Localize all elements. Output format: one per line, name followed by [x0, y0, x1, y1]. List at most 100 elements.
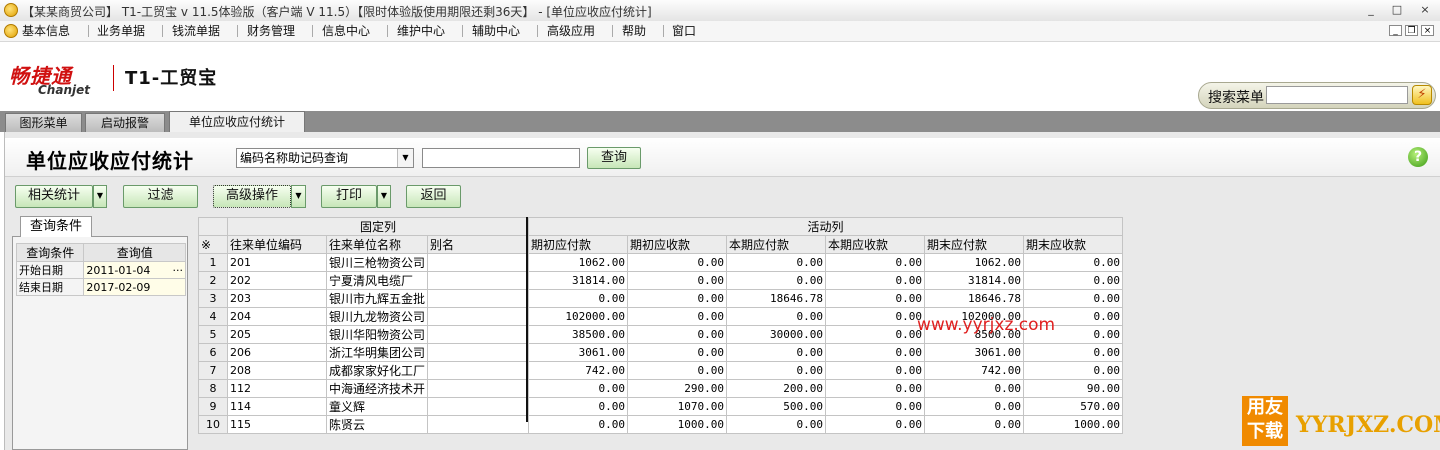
cell-closing-payable[interactable]: 18646.78 — [924, 289, 1025, 308]
table-row[interactable]: 6 206 浙江华明集团公司 3061.00 0.00 0.00 0.00 3061.00 0.… — [198, 343, 1124, 362]
cell-closing-payable[interactable]: 31814.00 — [924, 271, 1025, 290]
cell-unit-name[interactable]: 银川九龙物资公司 — [325, 307, 429, 326]
print-dropdown-icon[interactable]: ▼ — [377, 185, 391, 208]
cell-alias[interactable] — [427, 289, 530, 308]
cell-alias[interactable] — [427, 253, 530, 272]
cell-period-receivable[interactable]: 0.00 — [825, 379, 926, 398]
cell-unit-code[interactable]: 202 — [227, 271, 327, 290]
cell-alias[interactable] — [427, 307, 530, 326]
cell-closing-receivable[interactable]: 0.00 — [1023, 343, 1124, 362]
cell-opening-receivable[interactable]: 1070.00 — [627, 397, 728, 416]
cell-closing-receivable[interactable]: 0.00 — [1023, 361, 1124, 380]
cell-closing-payable[interactable]: 742.00 — [924, 361, 1025, 380]
cell-period-receivable[interactable]: 0.00 — [825, 415, 926, 434]
cell-opening-payable[interactable]: 31814.00 — [528, 271, 629, 290]
cell-unit-code[interactable]: 208 — [227, 361, 327, 380]
cell-closing-payable[interactable]: 3061.00 — [924, 343, 1025, 362]
cell-unit-name[interactable]: 中海通经济技术开 — [325, 379, 429, 398]
cell-opening-payable[interactable]: 102000.00 — [528, 307, 629, 326]
cell-alias[interactable] — [427, 343, 530, 362]
search-mode-select[interactable]: 编码名称助记码查询 ▼ — [236, 148, 414, 168]
cell-unit-name[interactable]: 陈贤云 — [325, 415, 429, 434]
cell-opening-payable[interactable]: 3061.00 — [528, 343, 629, 362]
table-row[interactable]: 9 114 童义辉 0.00 1070.00 500.00 0.00 0.00 570.00 — [198, 397, 1124, 416]
menu-maintenance[interactable]: 维护中心 — [391, 23, 451, 39]
menu-business-docs[interactable]: 业务单据 — [91, 23, 151, 39]
cell-alias[interactable] — [427, 361, 530, 380]
cell-closing-receivable[interactable]: 570.00 — [1023, 397, 1124, 416]
cell-period-payable[interactable]: 200.00 — [726, 379, 827, 398]
cell-period-receivable[interactable]: 0.00 — [825, 361, 926, 380]
advanced-dropdown-icon[interactable]: ▼ — [291, 185, 306, 208]
tab-graphic-menu[interactable]: 图形菜单 — [5, 113, 82, 132]
cell-alias[interactable] — [427, 379, 530, 398]
menu-help[interactable]: 帮助 — [616, 23, 652, 39]
cell-unit-name[interactable]: 浙江华明集团公司 — [325, 343, 429, 362]
cell-period-payable[interactable]: 0.00 — [726, 271, 827, 290]
mdi-minimize-icon[interactable]: _ — [1389, 25, 1402, 36]
maximize-icon[interactable]: □ — [1390, 4, 1404, 16]
print-button[interactable]: 打印 — [321, 185, 377, 208]
cell-closing-receivable[interactable]: 1000.00 — [1023, 415, 1124, 434]
cell-opening-receivable[interactable]: 0.00 — [627, 361, 728, 380]
menu-advanced[interactable]: 高级应用 — [541, 23, 601, 39]
cell-unit-code[interactable]: 112 — [227, 379, 327, 398]
cell-opening-payable[interactable]: 742.00 — [528, 361, 629, 380]
cell-period-payable[interactable]: 0.00 — [726, 253, 827, 272]
cell-opening-receivable[interactable]: 0.00 — [627, 343, 728, 362]
cell-unit-code[interactable]: 205 — [227, 325, 327, 344]
cell-unit-name[interactable]: 成都家家好化工厂 — [325, 361, 429, 380]
table-row[interactable]: 10 115 陈贤云 0.00 1000.00 0.00 0.00 0.00 1000.00 — [198, 415, 1124, 434]
tab-startup-alert[interactable]: 启动报警 — [85, 113, 165, 132]
table-row[interactable]: 8 112 中海通经济技术开 0.00 290.00 200.00 0.00 0.00 90.0… — [198, 379, 1124, 398]
cell-opening-receivable[interactable]: 290.00 — [627, 379, 728, 398]
cell-opening-receivable[interactable]: 0.00 — [627, 271, 728, 290]
cell-closing-receivable[interactable]: 90.00 — [1023, 379, 1124, 398]
fixed-column-divider[interactable] — [526, 217, 528, 422]
cell-period-payable[interactable]: 500.00 — [726, 397, 827, 416]
condition-end-date-value[interactable]: 2017-02-09 — [83, 278, 186, 296]
cell-unit-name[interactable]: 银川市九辉五金批 — [325, 289, 429, 308]
cell-closing-payable[interactable]: 0.00 — [924, 379, 1025, 398]
cell-alias[interactable] — [427, 325, 530, 344]
cell-opening-receivable[interactable]: 0.00 — [627, 307, 728, 326]
cell-opening-payable[interactable]: 1062.00 — [528, 253, 629, 272]
cell-period-payable[interactable]: 0.00 — [726, 343, 827, 362]
table-row[interactable]: 3 203 银川市九辉五金批 0.00 0.00 18646.78 0.00 18646.78… — [198, 289, 1124, 308]
tab-unit-receivable-payable[interactable]: 单位应收应付统计 — [169, 111, 305, 132]
query-button[interactable]: 查询 — [587, 147, 641, 169]
cell-closing-receivable[interactable]: 0.00 — [1023, 289, 1124, 308]
cell-period-receivable[interactable]: 0.00 — [825, 253, 926, 272]
cell-period-payable[interactable]: 18646.78 — [726, 289, 827, 308]
cell-unit-name[interactable]: 银川华阳物资公司 — [325, 325, 429, 344]
cell-opening-receivable[interactable]: 0.00 — [627, 289, 728, 308]
back-button[interactable]: 返回 — [406, 185, 461, 208]
col-period-payable[interactable]: 本期应付款 — [726, 235, 827, 254]
filter-button[interactable]: 过滤 — [123, 185, 198, 208]
cell-unit-code[interactable]: 201 — [227, 253, 327, 272]
cell-alias[interactable] — [427, 415, 530, 434]
cell-alias[interactable] — [427, 397, 530, 416]
col-unit-name[interactable]: 往来单位名称 — [325, 235, 429, 254]
cell-period-payable[interactable]: 0.00 — [726, 307, 827, 326]
col-period-receivable[interactable]: 本期应收款 — [825, 235, 926, 254]
cell-closing-payable[interactable]: 1062.00 — [924, 253, 1025, 272]
cell-unit-name[interactable]: 银川三枪物资公司 — [325, 253, 429, 272]
cell-period-receivable[interactable]: 0.00 — [825, 307, 926, 326]
search-input[interactable] — [422, 148, 580, 168]
cell-unit-code[interactable]: 114 — [227, 397, 327, 416]
cell-period-payable[interactable]: 0.00 — [726, 361, 827, 380]
cell-opening-payable[interactable]: 0.00 — [528, 397, 629, 416]
tab-query-conditions[interactable]: 查询条件 — [20, 216, 92, 237]
menu-info-center[interactable]: 信息中心 — [316, 23, 376, 39]
menu-cashflow-docs[interactable]: 钱流单据 — [166, 23, 226, 39]
cell-opening-receivable[interactable]: 0.00 — [627, 253, 728, 272]
cell-period-receivable[interactable]: 0.00 — [825, 325, 926, 344]
cell-unit-code[interactable]: 115 — [227, 415, 327, 434]
cell-period-receivable[interactable]: 0.00 — [825, 343, 926, 362]
menu-assist[interactable]: 辅助中心 — [466, 23, 526, 39]
minimize-icon[interactable]: _ — [1364, 4, 1378, 16]
cell-unit-code[interactable]: 206 — [227, 343, 327, 362]
cell-opening-payable[interactable]: 0.00 — [528, 289, 629, 308]
condition-start-date-value[interactable]: 2011-01-04 ··· — [83, 261, 186, 279]
